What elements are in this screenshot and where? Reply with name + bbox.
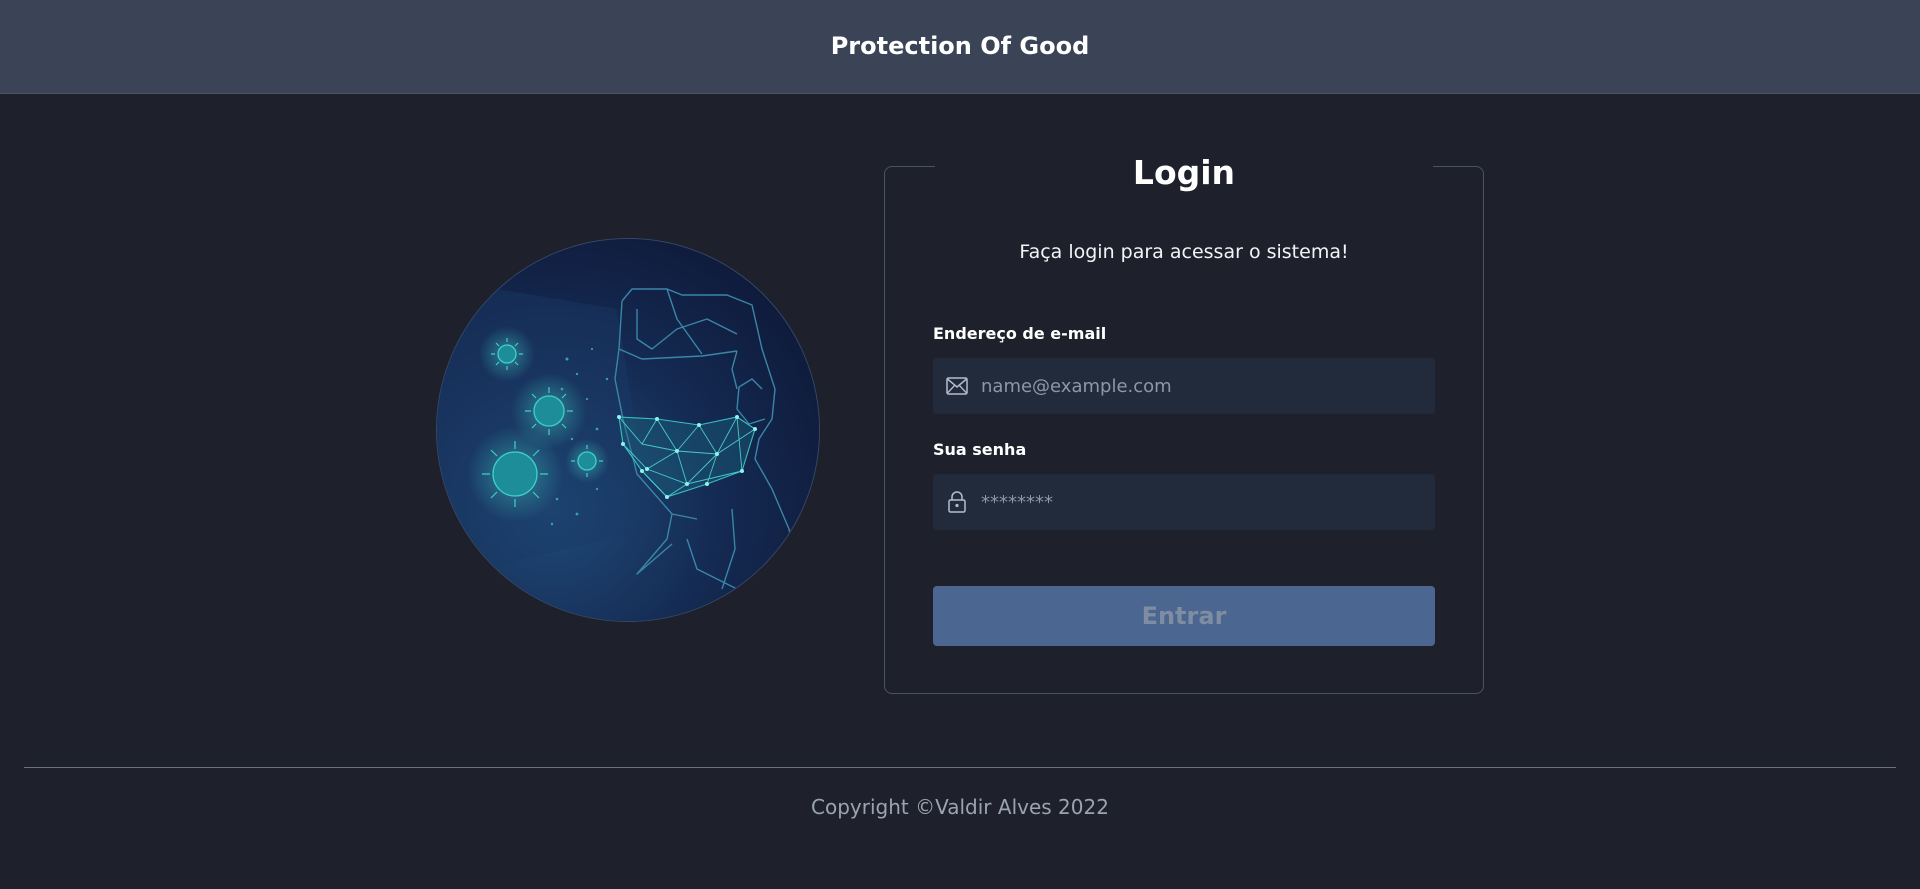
login-submit-button[interactable]: Entrar: [933, 586, 1435, 646]
envelope-icon: [945, 374, 969, 398]
footer-divider: [24, 767, 1896, 768]
app-title: Protection Of Good: [830, 31, 1090, 60]
email-label: Endereço de e-mail: [933, 324, 1107, 343]
email-field-container[interactable]: [933, 358, 1435, 414]
login-title: Login: [935, 153, 1433, 193]
login-subtitle: Faça login para acessar o sistema!: [1019, 241, 1349, 263]
login-card: Login Faça login para acessar o sistema!…: [884, 153, 1484, 694]
password-field-container[interactable]: [933, 474, 1435, 530]
masked-person-virus-icon: [437, 239, 819, 621]
masked-person-illustration: [436, 238, 820, 622]
footer-copyright: Copyright ©Valdir Alves 2022: [811, 795, 1109, 819]
password-label: Sua senha: [933, 440, 1027, 459]
password-field[interactable]: [981, 474, 1435, 530]
lock-icon: [945, 490, 969, 514]
app-header: Protection Of Good: [0, 0, 1920, 94]
email-field[interactable]: [981, 358, 1435, 414]
